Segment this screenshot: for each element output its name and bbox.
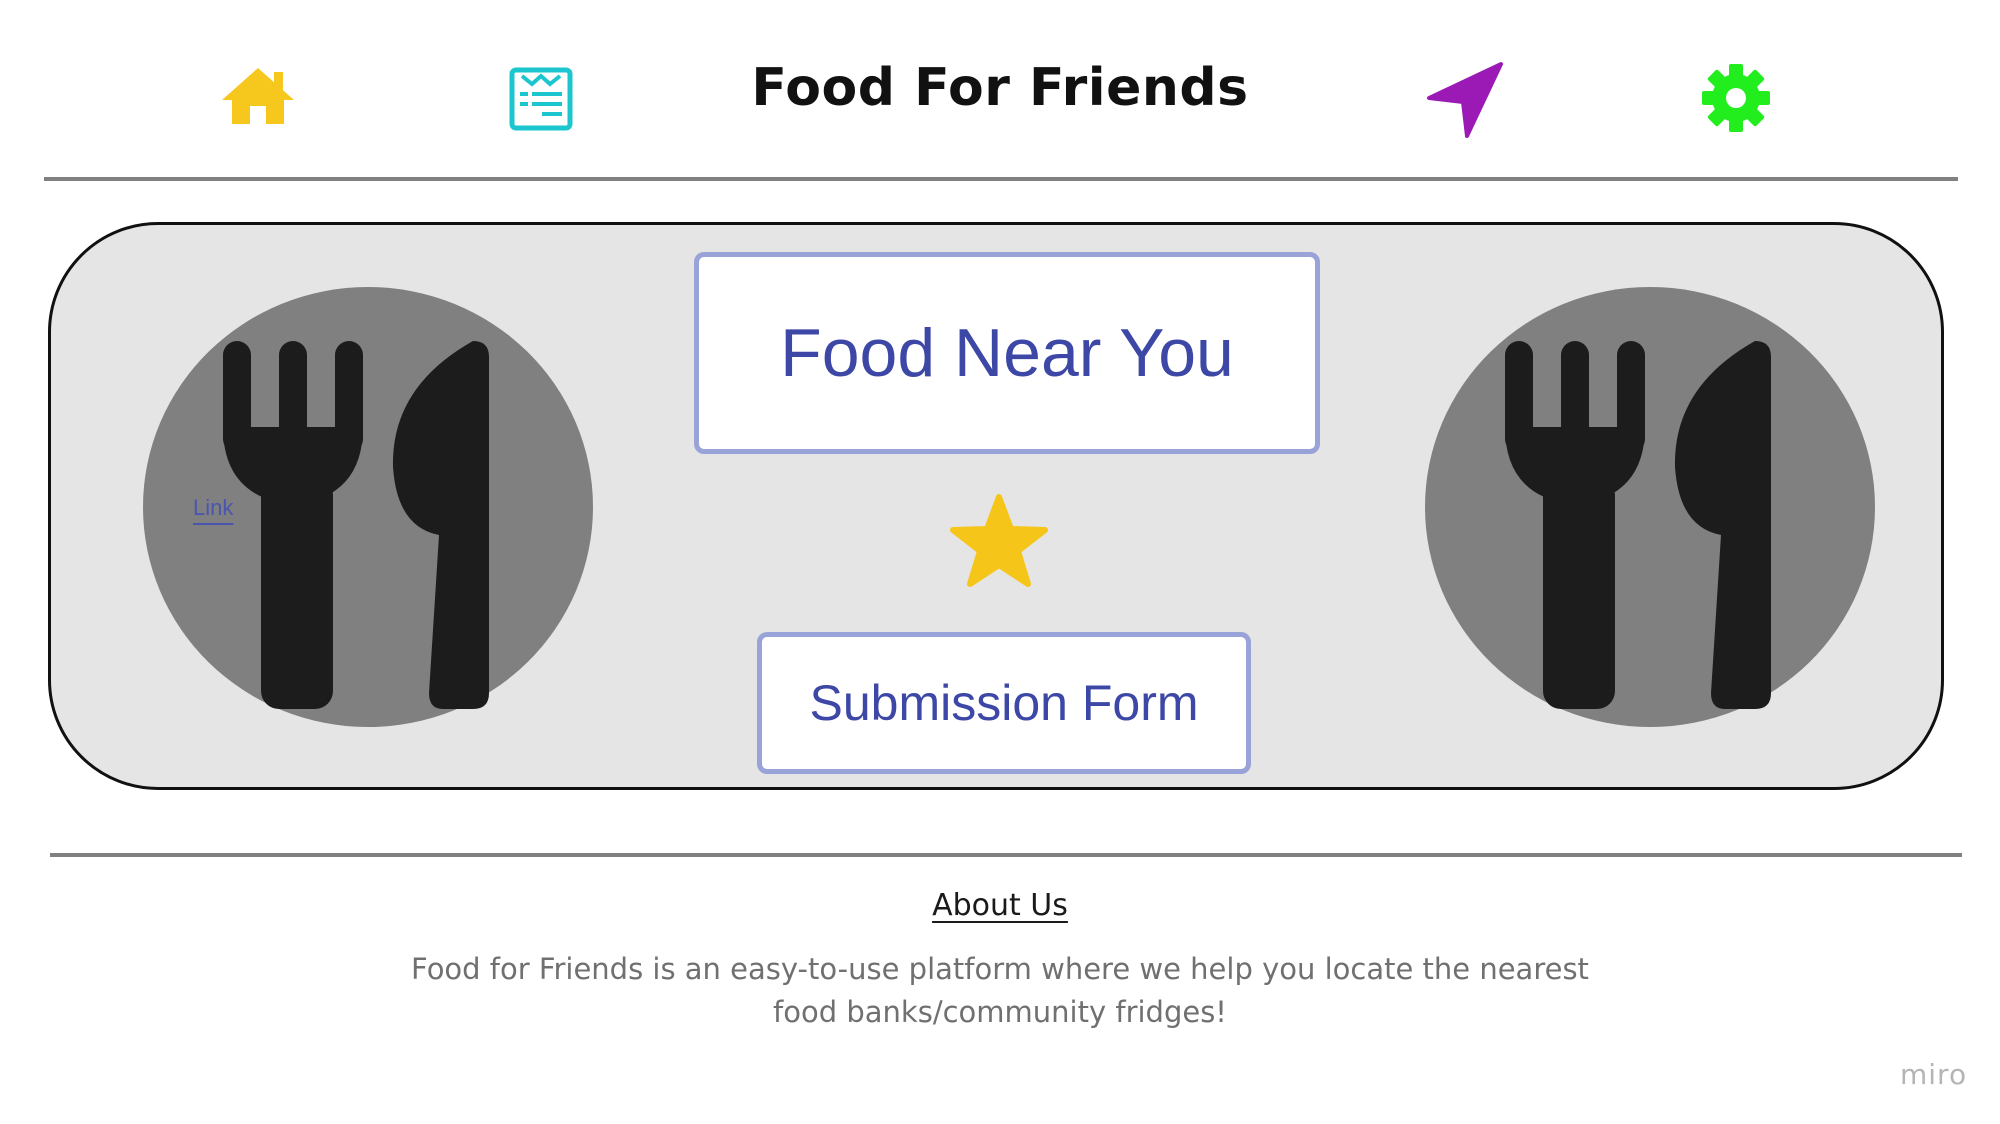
gear-icon (1702, 64, 1770, 132)
home-icon (222, 68, 294, 124)
footer-divider (50, 853, 1962, 857)
star-icon (950, 494, 1048, 587)
form-button[interactable] (508, 66, 574, 132)
about-us-link[interactable]: About Us (850, 888, 1150, 923)
form-icon (509, 67, 573, 131)
about-us-text: Food for Friends is an easy-to-use platf… (411, 952, 1589, 1029)
left-plate[interactable]: Link (143, 287, 593, 727)
submission-form-button[interactable]: Submission Form (757, 632, 1251, 774)
location-button[interactable] (1425, 60, 1505, 140)
right-plate[interactable] (1425, 287, 1875, 727)
watermark: miro (1900, 1058, 1968, 1091)
food-near-you-button[interactable]: Food Near You (694, 252, 1320, 454)
page-title: Food For Friends (751, 58, 1249, 118)
location-arrow-icon (1427, 62, 1503, 138)
plate-link[interactable]: Link (193, 495, 233, 521)
home-button[interactable] (218, 64, 298, 128)
settings-button[interactable] (1700, 62, 1772, 134)
header-divider (44, 177, 1958, 181)
fork-knife-icon (1505, 341, 1771, 709)
